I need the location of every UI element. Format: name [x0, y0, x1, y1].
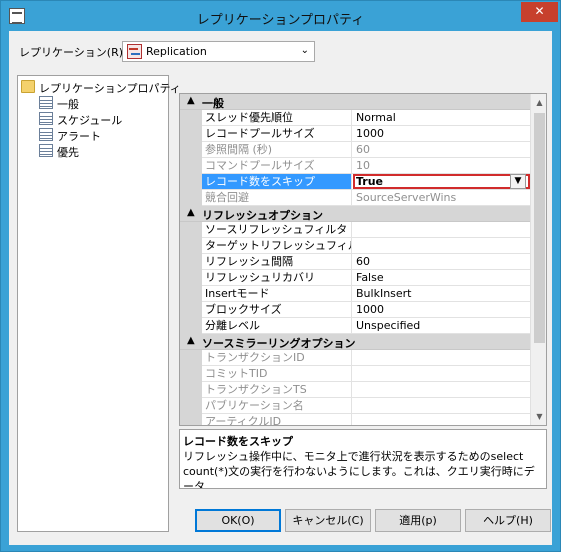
- tree-item-label: 一般: [57, 98, 79, 111]
- replication-icon: [127, 44, 142, 59]
- property-row[interactable]: スレッド優先順位 Normal: [180, 110, 530, 126]
- property-name: アーティクルID: [202, 414, 352, 425]
- property-value[interactable]: [353, 222, 530, 237]
- property-value[interactable]: [353, 238, 530, 253]
- grid-icon: [39, 128, 53, 141]
- tree-item-label: 優先: [57, 146, 79, 159]
- property-tree: レプリケーションプロパティ 一般 スケジュール アラート 優先: [17, 75, 181, 532]
- property-row[interactable]: Insertモード BulkInsert: [180, 286, 530, 302]
- property-row[interactable]: ブロックサイズ 1000: [180, 302, 530, 318]
- property-value[interactable]: BulkInsert: [353, 286, 530, 301]
- folder-icon: [21, 80, 35, 93]
- property-value-select[interactable]: True: [353, 174, 530, 189]
- scroll-thumb[interactable]: [534, 113, 545, 343]
- property-row[interactable]: レコードプールサイズ 1000: [180, 126, 530, 142]
- property-row[interactable]: パブリケーション名: [180, 398, 530, 414]
- category-label: 一般: [202, 97, 224, 110]
- property-name: レコードプールサイズ: [202, 126, 352, 141]
- apply-button[interactable]: 適用(p): [375, 509, 461, 532]
- collapse-icon[interactable]: ▲: [187, 207, 195, 218]
- replication-select[interactable]: Replication ⌄: [122, 41, 315, 62]
- property-grid: ▲ 一般 スレッド優先順位 Normal レコードプールサイズ 1000 参照間…: [179, 93, 547, 426]
- property-value[interactable]: 60: [353, 254, 530, 269]
- property-name: トランザクションTS: [202, 382, 352, 397]
- property-row-selected[interactable]: レコード数をスキップ True ▼: [180, 174, 530, 190]
- grid-icon: [39, 144, 53, 157]
- tree-item-label: レプリケーションプロパティ: [39, 82, 181, 95]
- replication-label: レプリケーション(R): [19, 46, 124, 59]
- description-panel: レコード数をスキップ リフレッシュ操作中に、モニタ上で進行状況を表示するためのs…: [179, 429, 547, 489]
- property-name: 分離レベル: [202, 318, 352, 333]
- property-value[interactable]: False: [353, 270, 530, 285]
- property-name: 競合回避: [202, 190, 352, 205]
- category-general[interactable]: ▲ 一般: [180, 94, 530, 110]
- category-refresh-options[interactable]: ▲ リフレッシュオプション: [180, 206, 530, 222]
- category-label: リフレッシュオプション: [202, 209, 323, 222]
- property-name: ブロックサイズ: [202, 302, 352, 317]
- tree-item-label: スケジュール: [57, 114, 123, 127]
- ok-button[interactable]: OK(O): [195, 509, 281, 532]
- vertical-scrollbar[interactable]: ▲ ▼: [530, 94, 546, 425]
- property-row[interactable]: コマンドプールサイズ 10: [180, 158, 530, 174]
- property-value[interactable]: Normal: [353, 110, 530, 125]
- property-row[interactable]: トランザクションID: [180, 350, 530, 366]
- property-value[interactable]: 1000: [353, 302, 530, 317]
- help-button[interactable]: ヘルプ(H): [465, 509, 551, 532]
- property-name: トランザクションID: [202, 350, 352, 365]
- grid-icon: [39, 112, 53, 125]
- property-row[interactable]: 参照間隔 (秒) 60: [180, 142, 530, 158]
- property-row[interactable]: コミットTID: [180, 366, 530, 382]
- cancel-button[interactable]: キャンセル(C): [285, 509, 371, 532]
- property-name: リフレッシュリカバリ: [202, 270, 352, 285]
- property-value: [353, 398, 530, 413]
- category-source-mirroring[interactable]: ▲ ソースミラーリングオプション: [180, 334, 530, 350]
- property-row[interactable]: トランザクションTS: [180, 382, 530, 398]
- property-value[interactable]: Unspecified: [353, 318, 530, 333]
- scroll-down-icon[interactable]: ▼: [531, 408, 546, 425]
- property-row[interactable]: 競合回避 SourceServerWins: [180, 190, 530, 206]
- property-name: Insertモード: [202, 286, 352, 301]
- properties-window: レプリケーションプロパティ ✕ レプリケーション(R) Replication …: [0, 0, 561, 552]
- window-title: レプリケーションプロパティ: [196, 13, 365, 28]
- property-name: レコード数をスキップ: [202, 174, 352, 189]
- scroll-up-icon[interactable]: ▲: [531, 94, 546, 111]
- chevron-down-icon[interactable]: ▼: [510, 174, 526, 189]
- property-row[interactable]: 分離レベル Unspecified: [180, 318, 530, 334]
- description-title: レコード数をスキップ: [183, 435, 293, 448]
- property-row[interactable]: リフレッシュ間隔 60: [180, 254, 530, 270]
- property-name: 参照間隔 (秒): [202, 142, 352, 157]
- property-name: ソースリフレッシュフィルタ: [202, 222, 352, 237]
- property-value: [353, 414, 530, 425]
- category-label: ソースミラーリングオプション: [202, 337, 356, 350]
- property-row[interactable]: ターゲットリフレッシュフィルタ: [180, 238, 530, 254]
- tree-item-label: アラート: [57, 130, 101, 143]
- property-value: [353, 350, 530, 365]
- property-row[interactable]: ソースリフレッシュフィルタ: [180, 222, 530, 238]
- property-name: パブリケーション名: [202, 398, 352, 413]
- property-value: SourceServerWins: [356, 191, 457, 204]
- collapse-icon[interactable]: ▲: [187, 335, 195, 346]
- title-bar[interactable]: レプリケーションプロパティ ✕: [1, 1, 560, 31]
- property-value: [353, 366, 530, 381]
- property-value[interactable]: 1000: [353, 126, 530, 141]
- dialog-client: レプリケーション(R) Replication ⌄ レプリケーションプロパティ …: [9, 31, 552, 545]
- description-body: リフレッシュ操作中に、モニタ上で進行状況を表示するためのselect count…: [183, 450, 535, 489]
- grid-icon: [39, 96, 53, 109]
- property-row[interactable]: アーティクルID: [180, 414, 530, 425]
- property-name: スレッド優先順位: [202, 110, 352, 125]
- property-name: コミットTID: [202, 366, 352, 381]
- property-value: 60: [356, 143, 370, 156]
- property-row[interactable]: リフレッシュリカバリ False: [180, 270, 530, 286]
- chevron-down-icon[interactable]: ⌄: [301, 45, 309, 56]
- property-name: コマンドプールサイズ: [202, 158, 352, 173]
- replication-value: Replication: [146, 45, 207, 58]
- property-name: ターゲットリフレッシュフィルタ: [202, 238, 352, 253]
- property-value: 10: [356, 159, 370, 172]
- close-button[interactable]: ✕: [521, 2, 558, 22]
- property-value: [353, 382, 530, 397]
- collapse-icon[interactable]: ▲: [187, 95, 195, 106]
- property-name: リフレッシュ間隔: [202, 254, 352, 269]
